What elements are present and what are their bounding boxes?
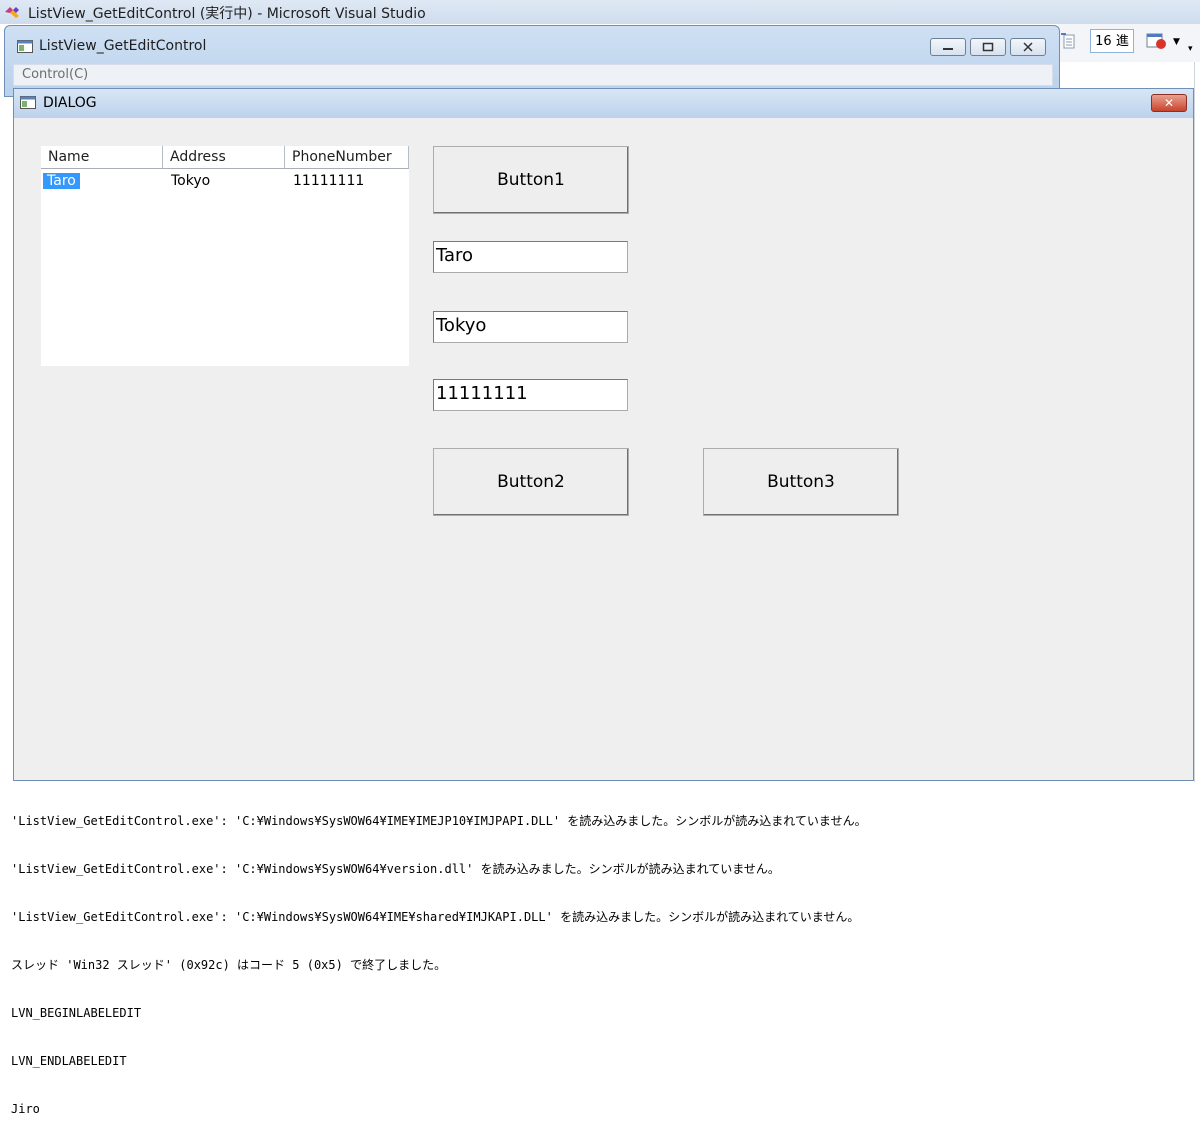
visual-studio-logo-icon: [5, 7, 19, 18]
maximize-icon: [982, 42, 994, 52]
phone-edit-field[interactable]: 11111111: [433, 379, 628, 411]
column-header-name[interactable]: Name: [41, 146, 163, 169]
menu-bar: Control(C): [13, 64, 1053, 86]
dialog-window: DIALOG ✕ Name Address PhoneNumber Taro T…: [13, 88, 1194, 781]
hex-display-toggle[interactable]: 16 進: [1090, 29, 1134, 53]
list-cell-phone: 11111111: [293, 173, 365, 189]
output-line: スレッド 'Win32 スレッド' (0x92c) はコード 5 (0x5) で…: [11, 958, 447, 972]
name-edit-field[interactable]: Taro: [433, 241, 628, 273]
chevron-down-icon[interactable]: ▼: [1173, 37, 1180, 47]
close-icon: ✕: [1163, 96, 1175, 110]
list-cell-name[interactable]: Taro: [43, 173, 80, 189]
toolbar-overflow-icon[interactable]: ▾: [1188, 44, 1193, 54]
output-line: 'ListView_GetEditControl.exe': 'C:¥Windo…: [11, 862, 780, 876]
column-header-address[interactable]: Address: [163, 146, 285, 169]
output-line: LVN_ENDLABELEDIT: [11, 1054, 127, 1068]
close-button[interactable]: [1010, 38, 1046, 56]
output-line: Jiro: [11, 1102, 40, 1116]
list-row[interactable]: Taro Tokyo 11111111: [41, 171, 409, 192]
vs-side-panel: [1194, 62, 1200, 782]
output-line: LVN_BEGINLABELEDIT: [11, 1006, 142, 1020]
application-icon: [17, 40, 33, 53]
list-view-header: Name Address PhoneNumber: [41, 146, 409, 170]
list-cell-address: Tokyo: [171, 173, 211, 189]
dialog-title-bar: DIALOG ✕: [14, 89, 1193, 118]
step-icon[interactable]: [1060, 31, 1078, 51]
app-window-title: ListView_GetEditControl: [39, 38, 207, 54]
maximize-button[interactable]: [970, 38, 1006, 56]
app-main-window: ListView_GetEditControl Control(C): [4, 25, 1060, 97]
list-view[interactable]: Name Address PhoneNumber Taro Tokyo 1111…: [41, 146, 409, 366]
dialog-icon: [20, 96, 36, 109]
column-header-phone[interactable]: PhoneNumber: [285, 146, 409, 169]
close-icon: [1023, 42, 1033, 52]
vs-title-bar: ListView_GetEditControl (実行中) - Microsof…: [0, 0, 1200, 24]
minimize-icon: [943, 48, 953, 50]
minimize-button[interactable]: [930, 38, 966, 56]
vs-window-title: ListView_GetEditControl (実行中) - Microsof…: [28, 6, 426, 22]
output-line: 'ListView_GetEditControl.exe': 'C:¥Windo…: [11, 814, 867, 828]
dialog-title: DIALOG: [43, 95, 97, 111]
button3[interactable]: Button3: [703, 448, 899, 516]
output-line: 'ListView_GetEditControl.exe': 'C:¥Windo…: [11, 910, 860, 924]
dialog-close-button[interactable]: ✕: [1151, 94, 1187, 112]
address-edit-field[interactable]: Tokyo: [433, 311, 628, 343]
breakpoint-window-icon[interactable]: [1146, 32, 1168, 50]
menu-item-control[interactable]: Control(C): [22, 67, 88, 82]
button2[interactable]: Button2: [433, 448, 629, 516]
output-pane: 'ListView_GetEditControl.exe': 'C:¥Windo…: [11, 781, 1191, 1116]
button1[interactable]: Button1: [433, 146, 629, 214]
